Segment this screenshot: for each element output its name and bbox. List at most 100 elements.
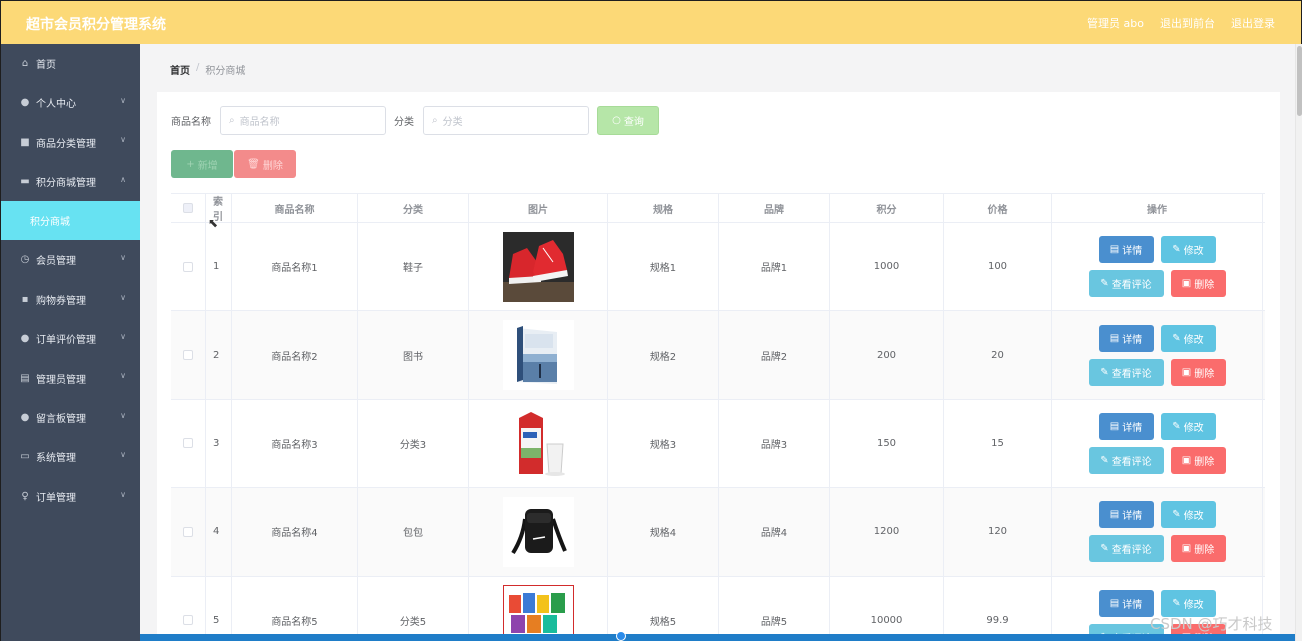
content-panel: 商品名称 ⌕ 商品名称 分类 ⌕ 分类 ○ 查询 + 新增 🗑 删除 索引 商品… [157, 92, 1280, 641]
edit-button[interactable]: ✎ 修改 [1160, 501, 1216, 529]
sidebar-subitem-points-mall[interactable]: 积分商城 [1, 201, 140, 241]
sidebar-item-system-mgmt[interactable]: ▭ 系统管理 ∨ [1, 437, 140, 476]
query-button[interactable]: ○ 查询 [597, 105, 659, 135]
vertical-scrollbar[interactable] [1295, 44, 1302, 641]
bulb-icon: ♀ [21, 490, 29, 502]
sidebar-item-points-mall-mgmt[interactable]: ▬ 积分商城管理 ∧ [1, 162, 140, 201]
user-icon: ● [20, 411, 30, 423]
delete-button[interactable]: ▣删除 [1170, 270, 1226, 298]
edit-button[interactable]: ✎ 修改 [1160, 324, 1216, 352]
chevron-down-icon: ∨ [120, 450, 126, 460]
edit-label: 修改 [1183, 511, 1204, 523]
batch-delete-button[interactable]: 🗑 删除 [234, 150, 296, 178]
row-checkbox[interactable] [183, 615, 193, 626]
delete-label: 删除 [1194, 456, 1215, 468]
add-button[interactable]: + 新增 [171, 150, 233, 178]
select-all-checkbox[interactable] [183, 203, 193, 213]
view-reviews-button[interactable]: ✎查看评论 [1088, 270, 1164, 298]
table-row: 3 商品名称3 分类3 规格3 品牌3 150 15 ▤ 详情 ✎ 修改 ✎ 查… [171, 399, 1265, 489]
trash-icon: ▣ [1181, 366, 1192, 378]
sidebar-item-admin-mgmt[interactable]: ▤ 管理员管理 ∨ [1, 358, 140, 397]
shop-icon: ▬ [20, 175, 30, 187]
row-checkbox[interactable] [183, 261, 193, 272]
main-content: 首页 / 积分商城 商品名称 ⌕ 商品名称 分类 ⌕ 分类 ○ 查询 + 新增 [140, 44, 1295, 641]
table-row: 2 商品名称2 图书 规格2 品牌2 200 20 ▤ 详情 ✎ 修改 ✎ 查看… [171, 311, 1265, 400]
detail-button[interactable]: ▤ 详情 [1098, 324, 1154, 352]
product-image-bag [502, 496, 574, 567]
detail-label: 详情 [1122, 334, 1143, 346]
document-icon: ▤ [1109, 332, 1120, 344]
exit-to-frontend-link[interactable]: 退出到前台 [1160, 15, 1215, 31]
cell-spec: 规格1 [608, 223, 719, 311]
trash-icon: ▣ [1181, 278, 1192, 290]
sidebar-item-message-board-mgmt[interactable]: ● 留言板管理 ∨ [1, 398, 140, 437]
col-image: 图片 [469, 194, 608, 222]
view-reviews-button[interactable]: ✎查看评论 [1088, 446, 1164, 474]
search-icon: ○ [612, 114, 621, 126]
pencil-icon: ✎ [1100, 454, 1109, 466]
cell-image [469, 399, 608, 488]
sidebar-item-order-review-mgmt[interactable]: ● 订单评价管理 ∨ [1, 319, 140, 358]
sidebar-item-category-mgmt[interactable]: ■ 商品分类管理 ∨ [1, 122, 140, 161]
cell-price: 100 [944, 223, 1052, 311]
detail-label: 详情 [1122, 422, 1143, 434]
delete-button[interactable]: ▣删除 [1170, 358, 1226, 386]
logout-link[interactable]: 退出登录 [1231, 15, 1275, 31]
edit-label: 修改 [1183, 599, 1204, 611]
sidebar-item-label: 订单评价管理 [36, 335, 96, 347]
breadcrumb-separator: / [196, 62, 200, 73]
cell-brand: 品牌4 [719, 488, 830, 576]
sidebar-item-personal-center[interactable]: ● 个人中心 ∨ [1, 83, 140, 122]
cell-category: 分类5 [358, 576, 469, 641]
product-name-placeholder: 商品名称 [239, 116, 280, 128]
delete-button[interactable]: ▣删除 [1170, 535, 1226, 563]
sidebar-item-label: 订单管理 [36, 492, 76, 504]
review-label: 查看评论 [1111, 545, 1152, 557]
detail-button[interactable]: ▤ 详情 [1098, 589, 1154, 617]
sidebar-item-label: 个人中心 [36, 99, 76, 111]
table-header: 索引 商品名称 分类 图片 规格 品牌 积分 价格 操作 [171, 194, 1265, 223]
detail-button[interactable]: ▤ 详情 [1098, 236, 1154, 264]
breadcrumb-home[interactable]: 首页 [170, 62, 190, 77]
clipboard-icon: ▤ [20, 372, 30, 384]
delete-button[interactable]: ▣删除 [1170, 446, 1226, 474]
cell-price: 20 [944, 311, 1052, 399]
search-icon: ⌕ [432, 114, 438, 126]
sidebar-item-coupon-mgmt[interactable]: ▪ 购物券管理 ∨ [1, 280, 140, 319]
scrollbar-thumb[interactable] [1297, 46, 1302, 116]
delete-label: 删除 [1194, 280, 1215, 292]
detail-button[interactable]: ▤ 详情 [1098, 501, 1154, 529]
col-brand: 品牌 [719, 194, 830, 222]
chat-icon: ▪ [21, 293, 29, 305]
row-checkbox[interactable] [183, 438, 193, 449]
category-label: 分类 [394, 116, 414, 128]
cell-category: 包包 [358, 488, 469, 576]
sidebar-item-order-mgmt[interactable]: ♀ 订单管理 ∨ [1, 477, 140, 516]
cell-name: 商品名称3 [232, 399, 358, 488]
pencil-icon: ✎ [1100, 543, 1109, 555]
product-name-label: 商品名称 [171, 116, 211, 128]
home-icon: ⌂ [21, 58, 29, 69]
pencil-icon: ✎ [1172, 244, 1181, 256]
cell-points: 10000 [830, 576, 944, 641]
cell-points: 150 [830, 399, 944, 488]
cell-image [469, 223, 608, 311]
cell-image [469, 576, 608, 641]
sidebar-item-member-mgmt[interactable]: ◷ 会员管理 ∨ [1, 240, 140, 279]
progress-handle[interactable] [616, 631, 626, 641]
cell-spec: 规格3 [608, 399, 719, 488]
sidebar-item-label: 留言板管理 [36, 413, 86, 425]
edit-button[interactable]: ✎ 修改 [1160, 412, 1216, 440]
product-name-input[interactable]: ⌕ 商品名称 [220, 105, 386, 135]
sidebar-item-home[interactable]: ⌂ 首页 [1, 44, 140, 83]
row-checkbox[interactable] [183, 350, 193, 361]
admin-user-label: 管理员 abo [1087, 17, 1144, 30]
edit-button[interactable]: ✎ 修改 [1160, 236, 1216, 264]
cell-index: 1 [206, 223, 232, 311]
category-input[interactable]: ⌕ 分类 [423, 105, 589, 135]
trash-icon: ▣ [1181, 543, 1192, 555]
view-reviews-button[interactable]: ✎查看评论 [1088, 358, 1164, 386]
detail-button[interactable]: ▤ 详情 [1098, 412, 1154, 440]
view-reviews-button[interactable]: ✎查看评论 [1088, 535, 1164, 563]
row-checkbox[interactable] [183, 526, 193, 537]
